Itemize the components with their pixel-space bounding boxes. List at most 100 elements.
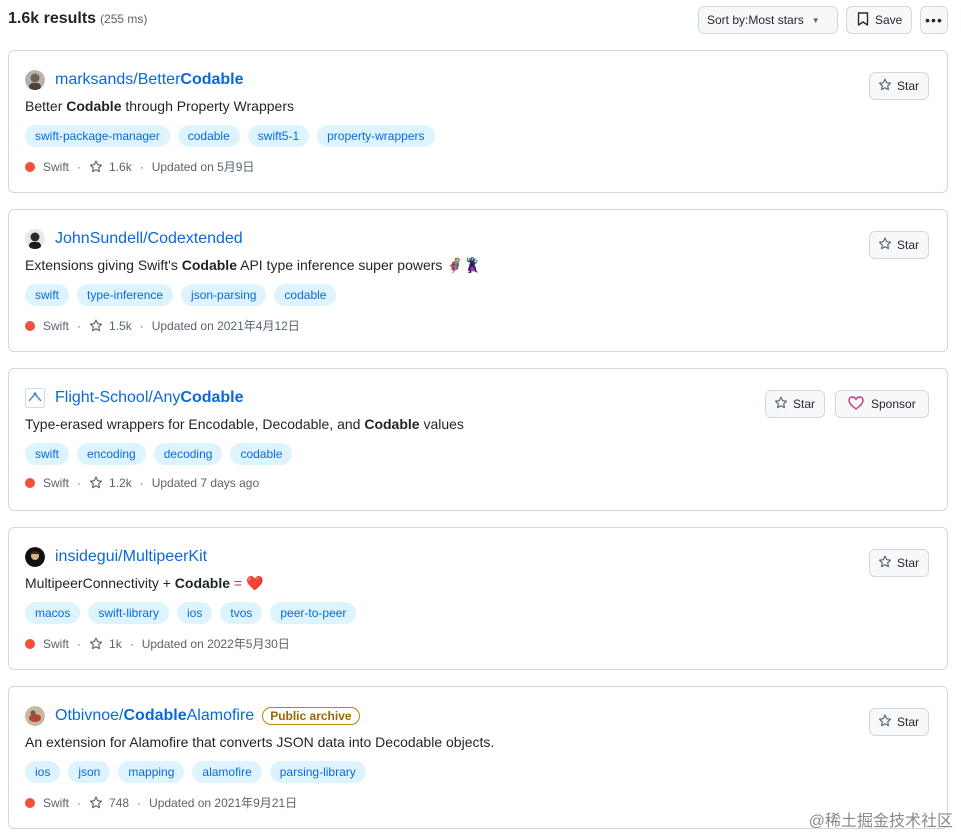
topic-tag[interactable]: codable <box>177 125 240 147</box>
star-button[interactable]: Star <box>869 72 930 100</box>
repo-card: marksands/BetterCodable Better Codable t… <box>8 50 948 193</box>
topic-tag[interactable]: macos <box>25 602 81 624</box>
language-color-dot <box>25 478 35 488</box>
topic-tag[interactable]: codable <box>230 443 293 465</box>
repo-meta: Swift · 1.2k · Updated 7 days ago <box>25 476 259 490</box>
watermark: @稀土掘金技术社区 <box>808 813 953 830</box>
topic-tag[interactable]: decoding <box>153 443 223 465</box>
topic-tag[interactable]: peer-to-peer <box>270 602 357 624</box>
repo-meta: Swift · 1.6k · Updated on 5月9日 <box>25 158 254 175</box>
language: Swift <box>43 159 70 174</box>
repo-description: Better Codable through Property Wrappers <box>25 98 294 114</box>
results-header: 1.6k results (255 ms) Sort by: Most stars … <box>0 0 961 40</box>
repo-card: JohnSundell/Codextended Extensions givin… <box>8 209 948 352</box>
repo-link[interactable]: insidegui/MultipeerKit <box>55 548 207 566</box>
language-color-dot <box>25 320 35 331</box>
topic-tag[interactable]: type-inference <box>77 284 174 306</box>
star-icon <box>89 160 103 174</box>
topic-tag[interactable]: swift <box>25 284 69 306</box>
star-icon <box>878 714 892 731</box>
repo-description: Extensions giving Swift's Codable API ty… <box>25 257 482 273</box>
repo-link[interactable]: JohnSundell/Codextended <box>55 230 243 248</box>
repo-description: MultipeerConnectivity + Codable = ❤️ <box>25 575 264 591</box>
updated-at: Updated on 2021年4月12日 <box>151 319 300 333</box>
star-count[interactable]: 748 <box>109 796 129 810</box>
avatar <box>25 70 45 90</box>
results-count-text: 1.6k results <box>8 10 97 27</box>
topic-tag[interactable]: parsing-library <box>269 761 366 783</box>
star-button[interactable]: Star <box>869 708 930 736</box>
sort-value: Most stars <box>748 13 804 27</box>
kebab-horizontal-icon: ••• <box>925 12 943 28</box>
topic-tag[interactable]: codable <box>274 284 337 306</box>
star-count[interactable]: 1k <box>109 637 122 651</box>
topic-tag[interactable]: swift <box>25 443 69 465</box>
language-color-dot <box>25 161 35 172</box>
topic-list: swift-package-manager codable swift5-1 p… <box>25 125 435 147</box>
topic-tag[interactable]: swift-package-manager <box>25 125 170 147</box>
repo-link[interactable]: Otbivnoe/CodableAlamofire <box>55 707 254 725</box>
more-options-button[interactable]: ••• <box>920 6 948 34</box>
language: Swift <box>43 476 70 490</box>
repo-card: Otbivnoe/CodableAlamofire Public archive… <box>8 686 948 829</box>
topic-tag[interactable]: ios <box>25 761 61 783</box>
star-label: Star <box>897 238 920 252</box>
star-count[interactable]: 1.6k <box>109 160 132 174</box>
topic-tag[interactable]: alamofire <box>192 761 262 783</box>
separator: · <box>139 318 144 333</box>
star-button[interactable]: Star <box>869 231 930 259</box>
avatar <box>25 547 45 567</box>
topic-tag[interactable]: mapping <box>118 761 185 783</box>
star-icon <box>774 396 788 413</box>
separator: · <box>77 476 82 490</box>
repo-link[interactable]: marksands/BetterCodable <box>55 71 244 89</box>
public-archive-badge: Public archive <box>262 707 360 725</box>
star-count[interactable]: 1.2k <box>109 476 132 490</box>
language: Swift <box>43 795 70 810</box>
results-time: (255 ms) <box>100 12 148 26</box>
repo-link[interactable]: Flight-School/AnyCodable <box>55 389 244 407</box>
topic-tag[interactable]: json-parsing <box>181 284 267 306</box>
star-icon <box>878 78 892 95</box>
heart-icon <box>848 395 864 413</box>
separator: · <box>77 159 82 174</box>
star-button[interactable]: Star <box>765 390 826 418</box>
topic-list: ios json mapping alamofire parsing-libra… <box>25 761 366 783</box>
sponsor-button[interactable]: Sponsor <box>835 390 929 418</box>
separator: · <box>77 318 82 333</box>
repo-card: Flight-School/AnyCodable Type-erased wra… <box>8 368 948 511</box>
sponsor-label: Sponsor <box>871 397 916 411</box>
star-icon <box>878 555 892 572</box>
topic-tag[interactable]: swift5-1 <box>247 125 310 147</box>
separator: · <box>129 636 134 651</box>
save-button[interactable]: Save <box>846 6 912 34</box>
save-label: Save <box>875 13 903 27</box>
star-label: Star <box>897 79 920 93</box>
star-count[interactable]: 1.5k <box>109 319 132 333</box>
star-button[interactable]: Star <box>869 549 930 577</box>
language: Swift <box>43 636 70 651</box>
avatar <box>25 229 45 249</box>
topic-tag[interactable]: encoding <box>77 443 146 465</box>
topic-tag[interactable]: json <box>68 761 111 783</box>
separator: · <box>77 795 82 810</box>
topic-tag[interactable]: swift-library <box>88 602 170 624</box>
separator: · <box>137 795 142 810</box>
sort-dropdown[interactable]: Sort by: Most stars ▼ <box>698 6 838 34</box>
updated-at: Updated on 2021年9月21日 <box>149 796 298 810</box>
repo-meta: Swift · 748 · Updated on 2021年9月21日 <box>25 794 297 811</box>
star-icon <box>89 319 103 333</box>
star-label: Star <box>793 397 816 411</box>
topic-tag[interactable]: ios <box>177 602 213 624</box>
topic-tag[interactable]: tvos <box>220 602 263 624</box>
separator: · <box>77 636 82 651</box>
sort-prefix: Sort by: <box>707 13 749 27</box>
chevron-down-icon: ▼ <box>811 15 820 25</box>
separator: · <box>139 476 144 490</box>
topic-list: macos swift-library ios tvos peer-to-pee… <box>25 602 357 624</box>
topic-list: swift type-inference json-parsing codabl… <box>25 284 337 306</box>
topic-tag[interactable]: property-wrappers <box>317 125 435 147</box>
star-icon <box>89 796 103 810</box>
updated-at: Updated on 5月9日 <box>151 160 255 174</box>
star-label: Star <box>897 715 920 729</box>
